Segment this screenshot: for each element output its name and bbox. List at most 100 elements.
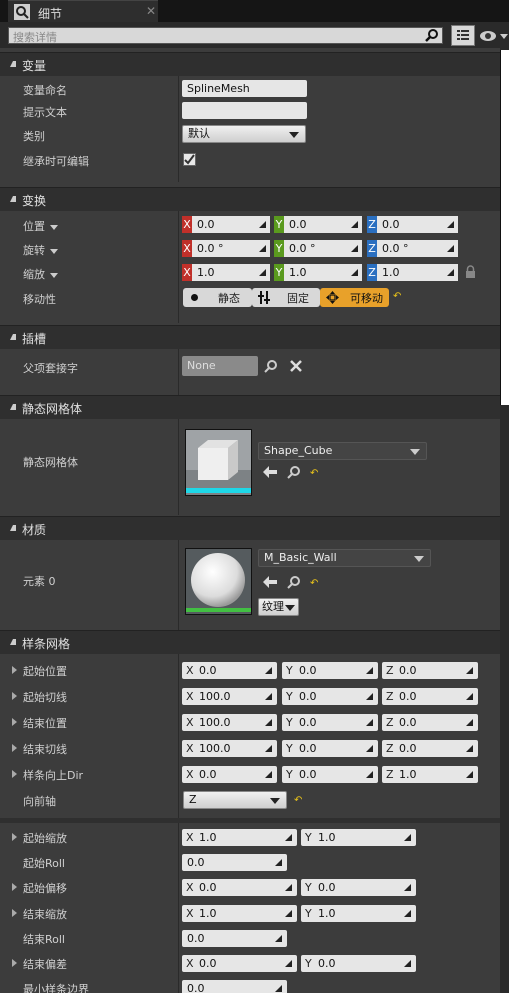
end-scale-x[interactable]: X 1.0 (182, 905, 297, 922)
start-position-z[interactable]: Z 0.0 (382, 662, 478, 679)
expand-arrow-icon[interactable] (12, 744, 17, 752)
row-start-tangent: 起始切线 X 100.0 Y 0.0 Z 0.0 (0, 684, 500, 710)
expand-arrow-icon[interactable] (12, 833, 17, 841)
row-mobility: 移动性 静态 固定 可移动 ↶ (0, 287, 500, 313)
up-dir-y[interactable]: Y 0.0 (282, 766, 378, 783)
clear-icon[interactable] (289, 359, 303, 373)
reset-to-default-icon[interactable]: ↶ (393, 292, 403, 302)
label-rotation[interactable]: 旋转 (23, 242, 58, 258)
location-y[interactable]: Y 0.0 (274, 216, 362, 233)
textures-dropdown[interactable]: 纹理 (258, 598, 299, 616)
up-dir-z[interactable]: Z 1.0 (382, 766, 478, 783)
location-x[interactable]: X 0.0 (182, 216, 270, 233)
end-offset-y[interactable]: Y 0.0 (301, 955, 416, 972)
category-sockets[interactable]: 插槽 (0, 325, 500, 349)
start-tangent-y[interactable]: Y 0.0 (282, 688, 378, 705)
start-roll-field[interactable]: 0.0 (182, 854, 287, 871)
category-value: 默认 (188, 127, 210, 140)
drag-handle-icon (265, 667, 272, 674)
category-combo[interactable]: 默认 (182, 125, 306, 143)
lock-icon[interactable] (465, 265, 476, 279)
end-roll-field[interactable]: 0.0 (182, 930, 287, 947)
collapse-arrow-icon (10, 525, 16, 531)
label-scale[interactable]: 缩放 (23, 266, 58, 282)
end-scale-y[interactable]: Y 1.0 (301, 905, 416, 922)
up-dir-x[interactable]: X 0.0 (182, 766, 277, 783)
forward-axis-combo[interactable]: Z (183, 791, 287, 809)
category-transform[interactable]: 变换 (0, 187, 500, 211)
expand-arrow-icon[interactable] (12, 770, 17, 778)
expand-arrow-icon[interactable] (12, 959, 17, 967)
variable-name-field[interactable]: SplineMesh (182, 80, 307, 97)
category-static-mesh[interactable]: 静态网格体 (0, 395, 500, 419)
start-scale-y[interactable]: Y 1.0 (301, 829, 416, 846)
browse-search-icon[interactable] (287, 575, 301, 592)
row-material-element: 元素 0 M_Basic_Wall ↶ 纹理 (0, 540, 500, 630)
mobility-stationary-button[interactable]: 固定 (252, 288, 320, 307)
reset-to-default-icon[interactable]: ↶ (310, 469, 320, 479)
reset-to-default-icon[interactable]: ↶ (310, 579, 320, 589)
view-options-button[interactable] (478, 25, 509, 46)
scale-x[interactable]: X 1.0 (182, 264, 270, 281)
reset-to-default-icon[interactable]: ↶ (294, 796, 304, 806)
location-z[interactable]: Z 0.0 (367, 216, 458, 233)
start-tangent-z[interactable]: Z 0.0 (382, 688, 478, 705)
start-offset-y[interactable]: Y 0.0 (301, 879, 416, 896)
material-asset-combo[interactable]: M_Basic_Wall (258, 549, 431, 567)
start-position-y[interactable]: Y 0.0 (282, 662, 378, 679)
editable-checkbox[interactable] (183, 153, 196, 166)
tooltip-field[interactable] (182, 102, 307, 119)
label-start-roll: 起始Roll (23, 857, 65, 870)
mobility-movable-button[interactable]: 可移动 (320, 288, 389, 307)
start-scale-x[interactable]: X 1.0 (182, 829, 297, 846)
drag-handle-icon (366, 667, 373, 674)
use-selected-arrow-icon[interactable] (263, 466, 277, 481)
expand-arrow-icon[interactable] (12, 909, 17, 917)
parent-socket-field[interactable]: None (182, 356, 258, 376)
row-category: 类别 默认 (0, 124, 500, 148)
mobility-static-button[interactable]: 静态 (183, 288, 252, 307)
scrollbar-thumb[interactable] (500, 50, 509, 405)
scale-z[interactable]: Z 1.0 (367, 264, 458, 281)
label-start-tangent: 起始切线 (23, 691, 67, 704)
use-selected-arrow-icon[interactable] (263, 576, 277, 591)
category-materials[interactable]: 材质 (0, 516, 500, 540)
search-icon[interactable] (425, 28, 440, 43)
rotation-y[interactable]: Y 0.0 ° (274, 240, 362, 257)
search-icon[interactable] (264, 359, 278, 373)
drag-handle-icon (351, 245, 358, 252)
scale-y[interactable]: Y 1.0 (274, 264, 362, 281)
mesh-asset-combo[interactable]: Shape_Cube (258, 442, 427, 460)
category-variable[interactable]: 变量 (0, 52, 500, 76)
rotation-x[interactable]: X 0.0 ° (182, 240, 270, 257)
tab-details[interactable]: 细节 ✕ (8, 0, 158, 22)
close-tab-icon[interactable]: ✕ (146, 4, 156, 18)
start-offset-x[interactable]: X 0.0 (182, 879, 297, 896)
row-min-spline-bound: 最小样条边界 0.0 (0, 976, 500, 993)
expand-arrow-icon[interactable] (12, 692, 17, 700)
end-tangent-x[interactable]: X 100.0 (182, 740, 277, 757)
row-start-offset: 起始偏移 X 0.0 Y 0.0 (0, 875, 500, 900)
drag-handle-icon (447, 245, 454, 252)
label-location[interactable]: 位置 (23, 218, 58, 234)
material-thumbnail[interactable] (185, 548, 252, 615)
min-spline-bound-field[interactable]: 0.0 (182, 980, 287, 993)
start-tangent-x[interactable]: X 100.0 (182, 688, 277, 705)
search-input[interactable]: 搜索详情 (8, 27, 443, 44)
end-offset-x[interactable]: X 0.0 (182, 955, 297, 972)
drag-handle-icon (259, 245, 266, 252)
expand-arrow-icon[interactable] (12, 718, 17, 726)
browse-search-icon[interactable] (287, 465, 301, 482)
category-spline-mesh[interactable]: 样条网格 (0, 630, 500, 654)
end-position-x[interactable]: X 100.0 (182, 714, 277, 731)
expand-arrow-icon[interactable] (12, 883, 17, 891)
rotation-z[interactable]: Z 0.0 ° (367, 240, 458, 257)
end-tangent-y[interactable]: Y 0.0 (282, 740, 378, 757)
mesh-thumbnail[interactable] (185, 429, 252, 496)
expand-arrow-icon[interactable] (12, 666, 17, 674)
end-position-y[interactable]: Y 0.0 (282, 714, 378, 731)
start-position-x[interactable]: X 0.0 (182, 662, 277, 679)
end-position-z[interactable]: Z 0.0 (382, 714, 478, 731)
end-tangent-z[interactable]: Z 0.0 (382, 740, 478, 757)
property-matrix-button[interactable] (451, 25, 475, 46)
